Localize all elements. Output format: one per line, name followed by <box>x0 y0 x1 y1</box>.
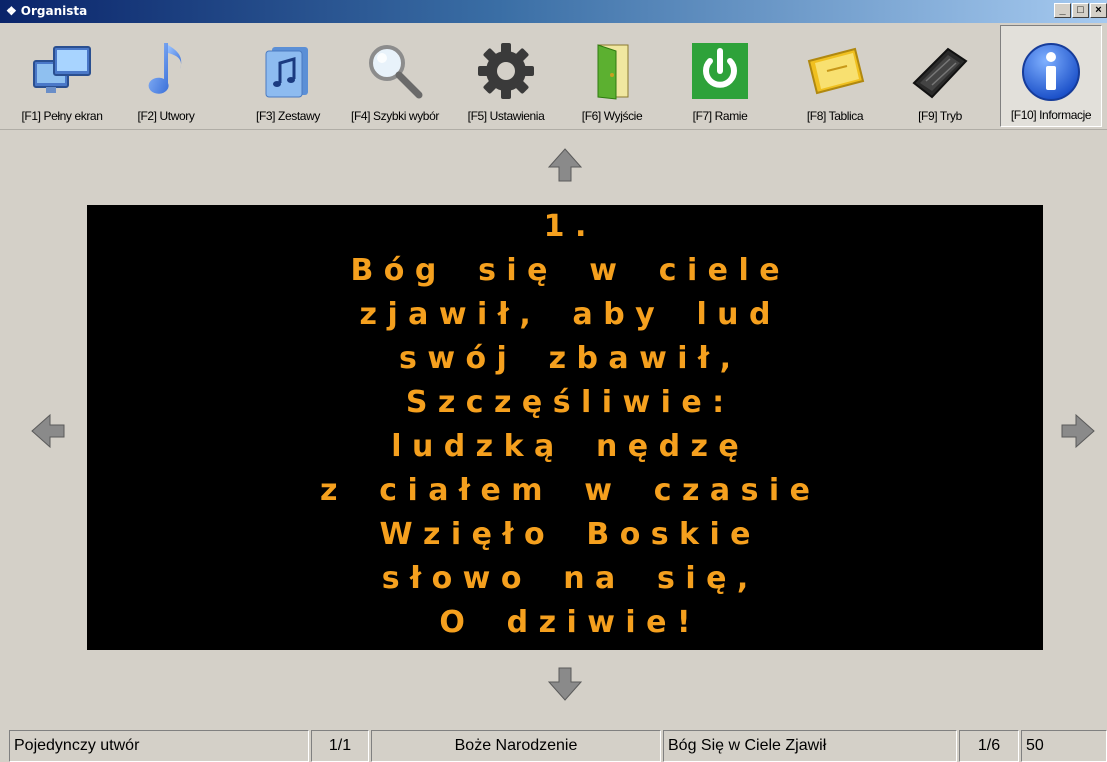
lyric-line: S z c z ę ś l i w i e : <box>405 385 725 420</box>
gear-icon <box>478 43 534 99</box>
board-button[interactable]: [F8] Tablica <box>790 25 880 127</box>
magnifier-icon <box>369 45 423 99</box>
status-number: 50 <box>1021 730 1107 762</box>
settings-button[interactable]: [F5] Ustawienia <box>458 25 554 127</box>
info-button[interactable]: [F10] Informacje <box>1000 25 1102 127</box>
frame-button[interactable]: [F7] Ramie <box>680 25 760 127</box>
quick-select-button[interactable]: [F4] Szybki wybór <box>344 25 446 127</box>
info-icon <box>1022 43 1080 101</box>
lyric-line: z j a w i ł , a b y l u d <box>359 297 771 332</box>
exit-button[interactable]: [F6] Wyjście <box>570 25 654 127</box>
app-logo-icon: ❖ <box>6 4 17 18</box>
arrow-right-icon[interactable] <box>1060 413 1096 449</box>
lyric-line: z c i a ł e m w c z a s i e <box>320 473 810 508</box>
lyric-line: O d z i w i e ! <box>439 605 691 640</box>
settings-label: [F5] Ustawienia <box>467 109 545 123</box>
sets-button[interactable]: [F3] Zestawy <box>246 25 330 127</box>
keyboard-icon <box>912 47 968 99</box>
status-mode: Pojedynczy utwór <box>9 730 309 762</box>
music-folder-icon <box>265 47 308 98</box>
title-bar: ❖ Organista _ □ × <box>0 0 1107 23</box>
lyric-line: l u d z k ą n ę d z ę <box>391 429 739 464</box>
lyric-line: s w ó j z b a w i ł , <box>399 341 731 376</box>
lyric-line: B ó g s i ę w c i e l e <box>350 253 780 288</box>
frame-label: [F7] Ramie <box>692 109 748 123</box>
quick-select-label: [F4] Szybki wybór <box>351 109 439 123</box>
status-set-name: Boże Narodzenie <box>371 730 661 762</box>
lyric-line: W z i ę ł o B o s k i e <box>379 517 751 552</box>
fullscreen-button[interactable]: [F1] Pełny ekran <box>14 25 110 127</box>
monitors-icon <box>33 46 91 93</box>
power-icon <box>692 43 748 99</box>
music-note-icon <box>148 43 182 94</box>
board-label: [F8] Tablica <box>806 109 864 123</box>
door-icon <box>597 44 629 100</box>
window-title: Organista <box>20 4 88 18</box>
lyrics-display: 1 . B ó g s i ę w c i e l e z j a w i ł … <box>87 205 1043 650</box>
arrow-up-icon[interactable] <box>547 147 583 183</box>
window-controls: _ □ × <box>1054 3 1107 18</box>
toolbar: [F1] Pełny ekran [F2] Utwory [F3] Zestaw… <box>0 23 1107 130</box>
board-icon <box>807 47 865 95</box>
verse-number: 1 . <box>543 209 587 244</box>
mode-label: [F9] Tryb <box>918 109 962 123</box>
fullscreen-label: [F1] Pełny ekran <box>21 109 103 123</box>
status-set-position: 1/1 <box>311 730 369 762</box>
status-verse-position: 1/6 <box>959 730 1019 762</box>
mode-button[interactable]: [F9] Tryb <box>902 25 978 127</box>
exit-label: [F6] Wyjście <box>581 109 643 123</box>
minimize-button[interactable]: _ <box>1054 3 1071 18</box>
songs-button[interactable]: [F2] Utwory <box>128 25 204 127</box>
info-label: [F10] Informacje <box>1010 108 1092 122</box>
maximize-button[interactable]: □ <box>1072 3 1089 18</box>
sets-label: [F3] Zestawy <box>256 109 320 123</box>
close-button[interactable]: × <box>1090 3 1107 18</box>
songs-label: [F2] Utwory <box>137 109 195 123</box>
status-bar: Pojedynczy utwór 1/1 Boże Narodzenie Bóg… <box>0 728 1107 762</box>
lyric-line: s ł o w o n a s i ę , <box>381 561 749 596</box>
arrow-down-icon[interactable] <box>547 666 583 702</box>
status-song-title: Bóg Się w Ciele Zjawił <box>663 730 957 762</box>
arrow-left-icon[interactable] <box>30 413 66 449</box>
